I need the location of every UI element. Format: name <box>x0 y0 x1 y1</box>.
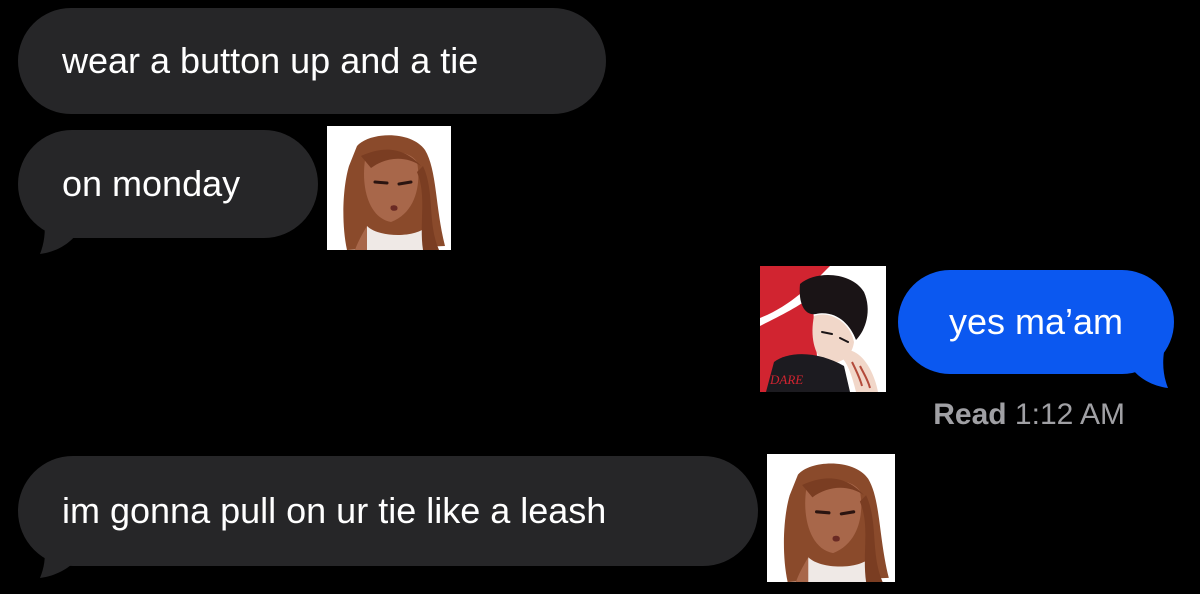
message-bubble-received[interactable]: im gonna pull on ur tie like a leash <box>18 456 758 566</box>
read-label: Read <box>933 398 1007 431</box>
bubble-tail <box>1130 352 1168 388</box>
boy-avatar-sticker[interactable]: DARE <box>760 266 886 392</box>
message-bubble-received[interactable]: wear a button up and a tie <box>18 8 606 114</box>
shirt-print-text: DARE <box>769 372 803 387</box>
message-text: im gonna pull on ur tie like a leash <box>62 490 607 531</box>
message-text: wear a button up and a tie <box>62 40 479 81</box>
message-text: yes ma’am <box>948 301 1124 342</box>
read-receipt: Read 1:12 AM <box>933 398 1125 432</box>
girl-avatar-sticker[interactable] <box>767 454 895 582</box>
read-time: 1:12 AM <box>1014 398 1125 431</box>
bubble-tail <box>40 546 78 578</box>
message-text: on monday <box>62 163 241 204</box>
bubble-tail <box>40 218 78 254</box>
girl-avatar-sticker[interactable] <box>327 126 451 250</box>
